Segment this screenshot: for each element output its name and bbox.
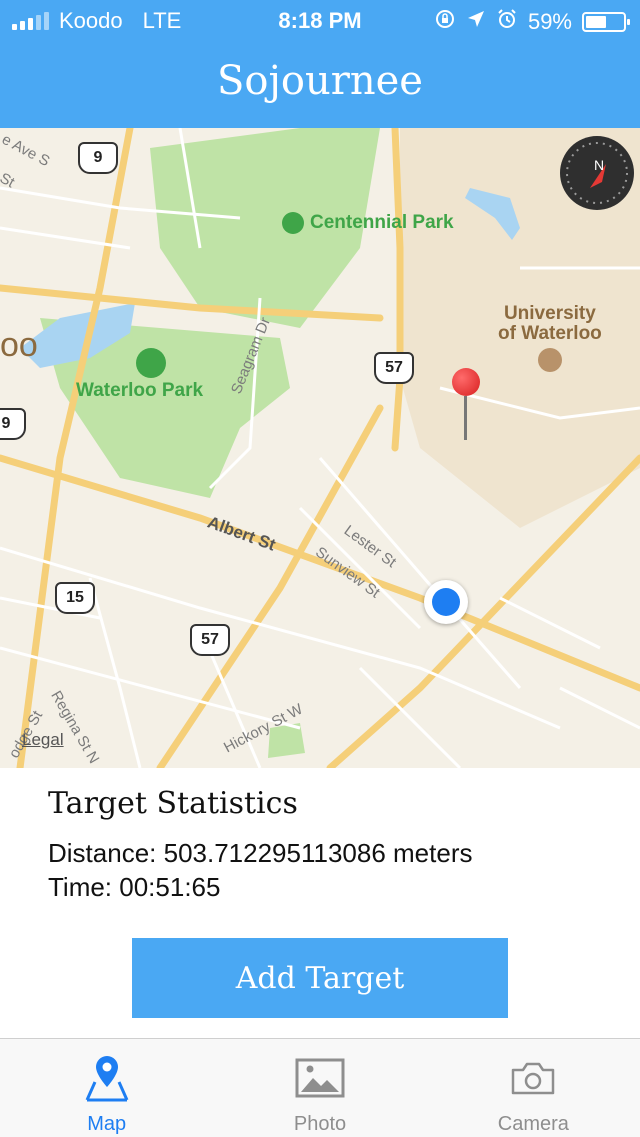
compass-button[interactable]: N [560,136,634,210]
label-partial-city: oo [0,326,38,364]
route-shield-57-bottom: 57 [190,624,230,656]
route-shield-57: 57 [374,352,414,384]
tab-map[interactable]: Map [0,1039,213,1137]
tab-camera-label: Camera [497,1113,569,1135]
label-waterloo-park: Waterloo Park [76,380,204,401]
photo-icon [295,1058,345,1098]
graduation-cap-icon [537,348,562,372]
target-pin[interactable] [452,368,480,440]
time-text: Time: 00:51:65 [48,872,221,902]
label-centennial-park: Centennial Park [310,212,454,234]
camera-icon [512,1062,555,1095]
route-shield-15: 15 [55,582,95,614]
route-shield-9: 9 [78,142,118,174]
alarm-icon [496,8,518,36]
add-target-button[interactable]: Add Target [132,938,508,1018]
tree-icon [136,348,166,378]
label-university: University of Waterloo [498,304,602,372]
compass-icon: N [566,142,628,204]
label-university-line2: of Waterloo [498,323,602,344]
page-title: Sojournee [217,58,423,104]
tab-bar: Map Photo Camera [0,1038,640,1137]
park-marker-centennial: Centennial Park [282,212,454,234]
pin-stick [464,396,467,440]
pin-head-icon [452,368,480,396]
map-view[interactable]: Centennial Park Waterloo Park University… [0,128,640,768]
location-arrow-icon [466,9,486,35]
app-header: Koodo LTE 8:18 PM 59% Sojournee [0,0,640,128]
route-shield-9-left: 9 [0,408,26,440]
status-bar: Koodo LTE 8:18 PM 59% [0,0,640,40]
tab-map-label: Map [87,1113,127,1135]
battery-percent: 59% [527,9,572,34]
user-location-dot[interactable] [424,580,468,624]
battery-icon [582,12,630,32]
stats-title: Target Statistics [48,786,298,821]
label-university-line1: University [503,303,596,324]
map-pin-icon [85,1056,129,1102]
compass-letter: N [594,157,604,173]
tab-camera[interactable]: Camera [427,1039,640,1137]
park-marker-waterloo [136,348,166,384]
rotation-lock-icon [434,8,456,36]
tree-icon [282,212,304,234]
legal-link[interactable]: Legal [22,730,64,750]
distance-text: Distance: 503.712295113086 meters [48,838,473,868]
tab-photo[interactable]: Photo [213,1039,426,1137]
tab-photo-label: Photo [293,1113,347,1135]
